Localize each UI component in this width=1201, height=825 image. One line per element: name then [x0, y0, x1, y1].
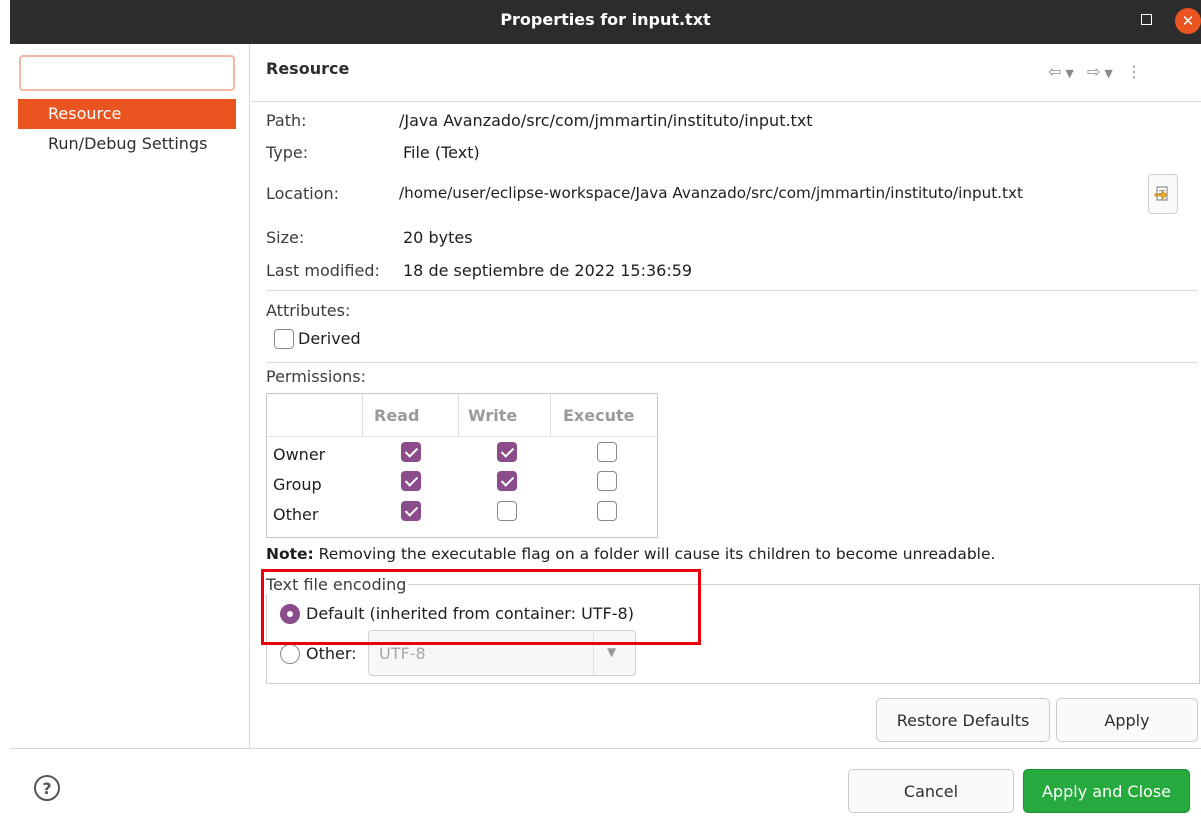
apply-and-close-button[interactable]: Apply and Close: [1023, 769, 1190, 813]
permissions-note: Note: Removing the executable flag on a …: [266, 545, 996, 563]
restore-defaults-button[interactable]: Restore Defaults: [876, 698, 1050, 742]
cancel-button[interactable]: Cancel: [848, 769, 1014, 813]
row-label-owner: Owner: [273, 445, 326, 464]
row-label-other: Other: [273, 505, 319, 524]
back-dropdown-icon[interactable]: ▼: [1065, 67, 1077, 80]
column-header-write: Write: [468, 406, 518, 425]
window-title: Properties for input.txt: [500, 10, 711, 29]
close-icon[interactable]: ✕: [1175, 8, 1201, 34]
permissions-table: Read Write Execute Owner Group Other: [266, 393, 658, 538]
forward-arrow-icon[interactable]: ⇨: [1087, 62, 1104, 81]
type-value: File (Text): [403, 143, 480, 162]
permissions-label: Permissions:: [266, 367, 367, 386]
other-read-checkbox[interactable]: [401, 501, 421, 521]
group-read-checkbox[interactable]: [401, 471, 421, 491]
chevron-down-icon: ▼: [607, 645, 617, 659]
other-execute-checkbox[interactable]: [597, 501, 617, 521]
view-menu-icon[interactable]: ⋮: [1126, 62, 1146, 81]
divider: [266, 290, 1198, 291]
sidebar: Resource Run/Debug Settings: [10, 44, 250, 748]
filter-input[interactable]: [19, 55, 235, 91]
title-bar: Properties for input.txt ✕: [10, 0, 1201, 44]
type-label: Type:: [266, 143, 309, 162]
path-value: /Java Avanzado/src/com/jmmartin/institut…: [399, 111, 813, 130]
open-folder-icon: [1154, 186, 1168, 201]
column-header-read: Read: [374, 406, 420, 425]
other-encoding-radio[interactable]: [280, 644, 300, 664]
back-arrow-icon[interactable]: ⇦: [1048, 62, 1065, 81]
size-value: 20 bytes: [403, 228, 473, 247]
last-modified-label: Last modified:: [266, 261, 380, 280]
last-modified-value: 18 de septiembre de 2022 15:36:59: [403, 261, 693, 280]
maximize-icon[interactable]: [1141, 14, 1152, 25]
derived-label[interactable]: Derived: [298, 329, 361, 348]
owner-read-checkbox[interactable]: [401, 442, 421, 462]
help-icon[interactable]: ?: [34, 775, 60, 801]
sidebar-item-resource[interactable]: Resource: [18, 99, 236, 129]
location-value: /home/user/eclipse-workspace/Java Avanza…: [399, 184, 1023, 202]
page-header: Resource ⇦▼ ⇨▼ ⋮: [251, 44, 1201, 102]
encoding-select-value: UTF-8: [379, 644, 426, 663]
attributes-label: Attributes:: [266, 301, 351, 320]
apply-button[interactable]: Apply: [1056, 698, 1198, 742]
footer-divider: [10, 748, 1201, 749]
owner-execute-checkbox[interactable]: [597, 442, 617, 462]
group-execute-checkbox[interactable]: [597, 471, 617, 491]
page-title: Resource: [266, 59, 350, 78]
owner-write-checkbox[interactable]: [497, 442, 517, 462]
annotation-highlight-box: [261, 569, 701, 645]
column-header-execute: Execute: [563, 406, 635, 425]
location-label: Location:: [266, 184, 340, 203]
forward-dropdown-icon[interactable]: ▼: [1104, 67, 1116, 80]
show-in-system-explorer-button[interactable]: [1148, 174, 1178, 214]
other-write-checkbox[interactable]: [497, 501, 517, 521]
other-encoding-label[interactable]: Other:: [306, 644, 357, 663]
divider: [266, 362, 1198, 363]
row-label-group: Group: [273, 475, 322, 494]
group-write-checkbox[interactable]: [497, 471, 517, 491]
sidebar-item-run-debug-settings[interactable]: Run/Debug Settings: [18, 129, 236, 159]
size-label: Size:: [266, 228, 305, 247]
history-navigation[interactable]: ⇦▼ ⇨▼ ⋮: [1048, 62, 1146, 81]
derived-checkbox[interactable]: [274, 329, 294, 349]
path-label: Path:: [266, 111, 307, 130]
